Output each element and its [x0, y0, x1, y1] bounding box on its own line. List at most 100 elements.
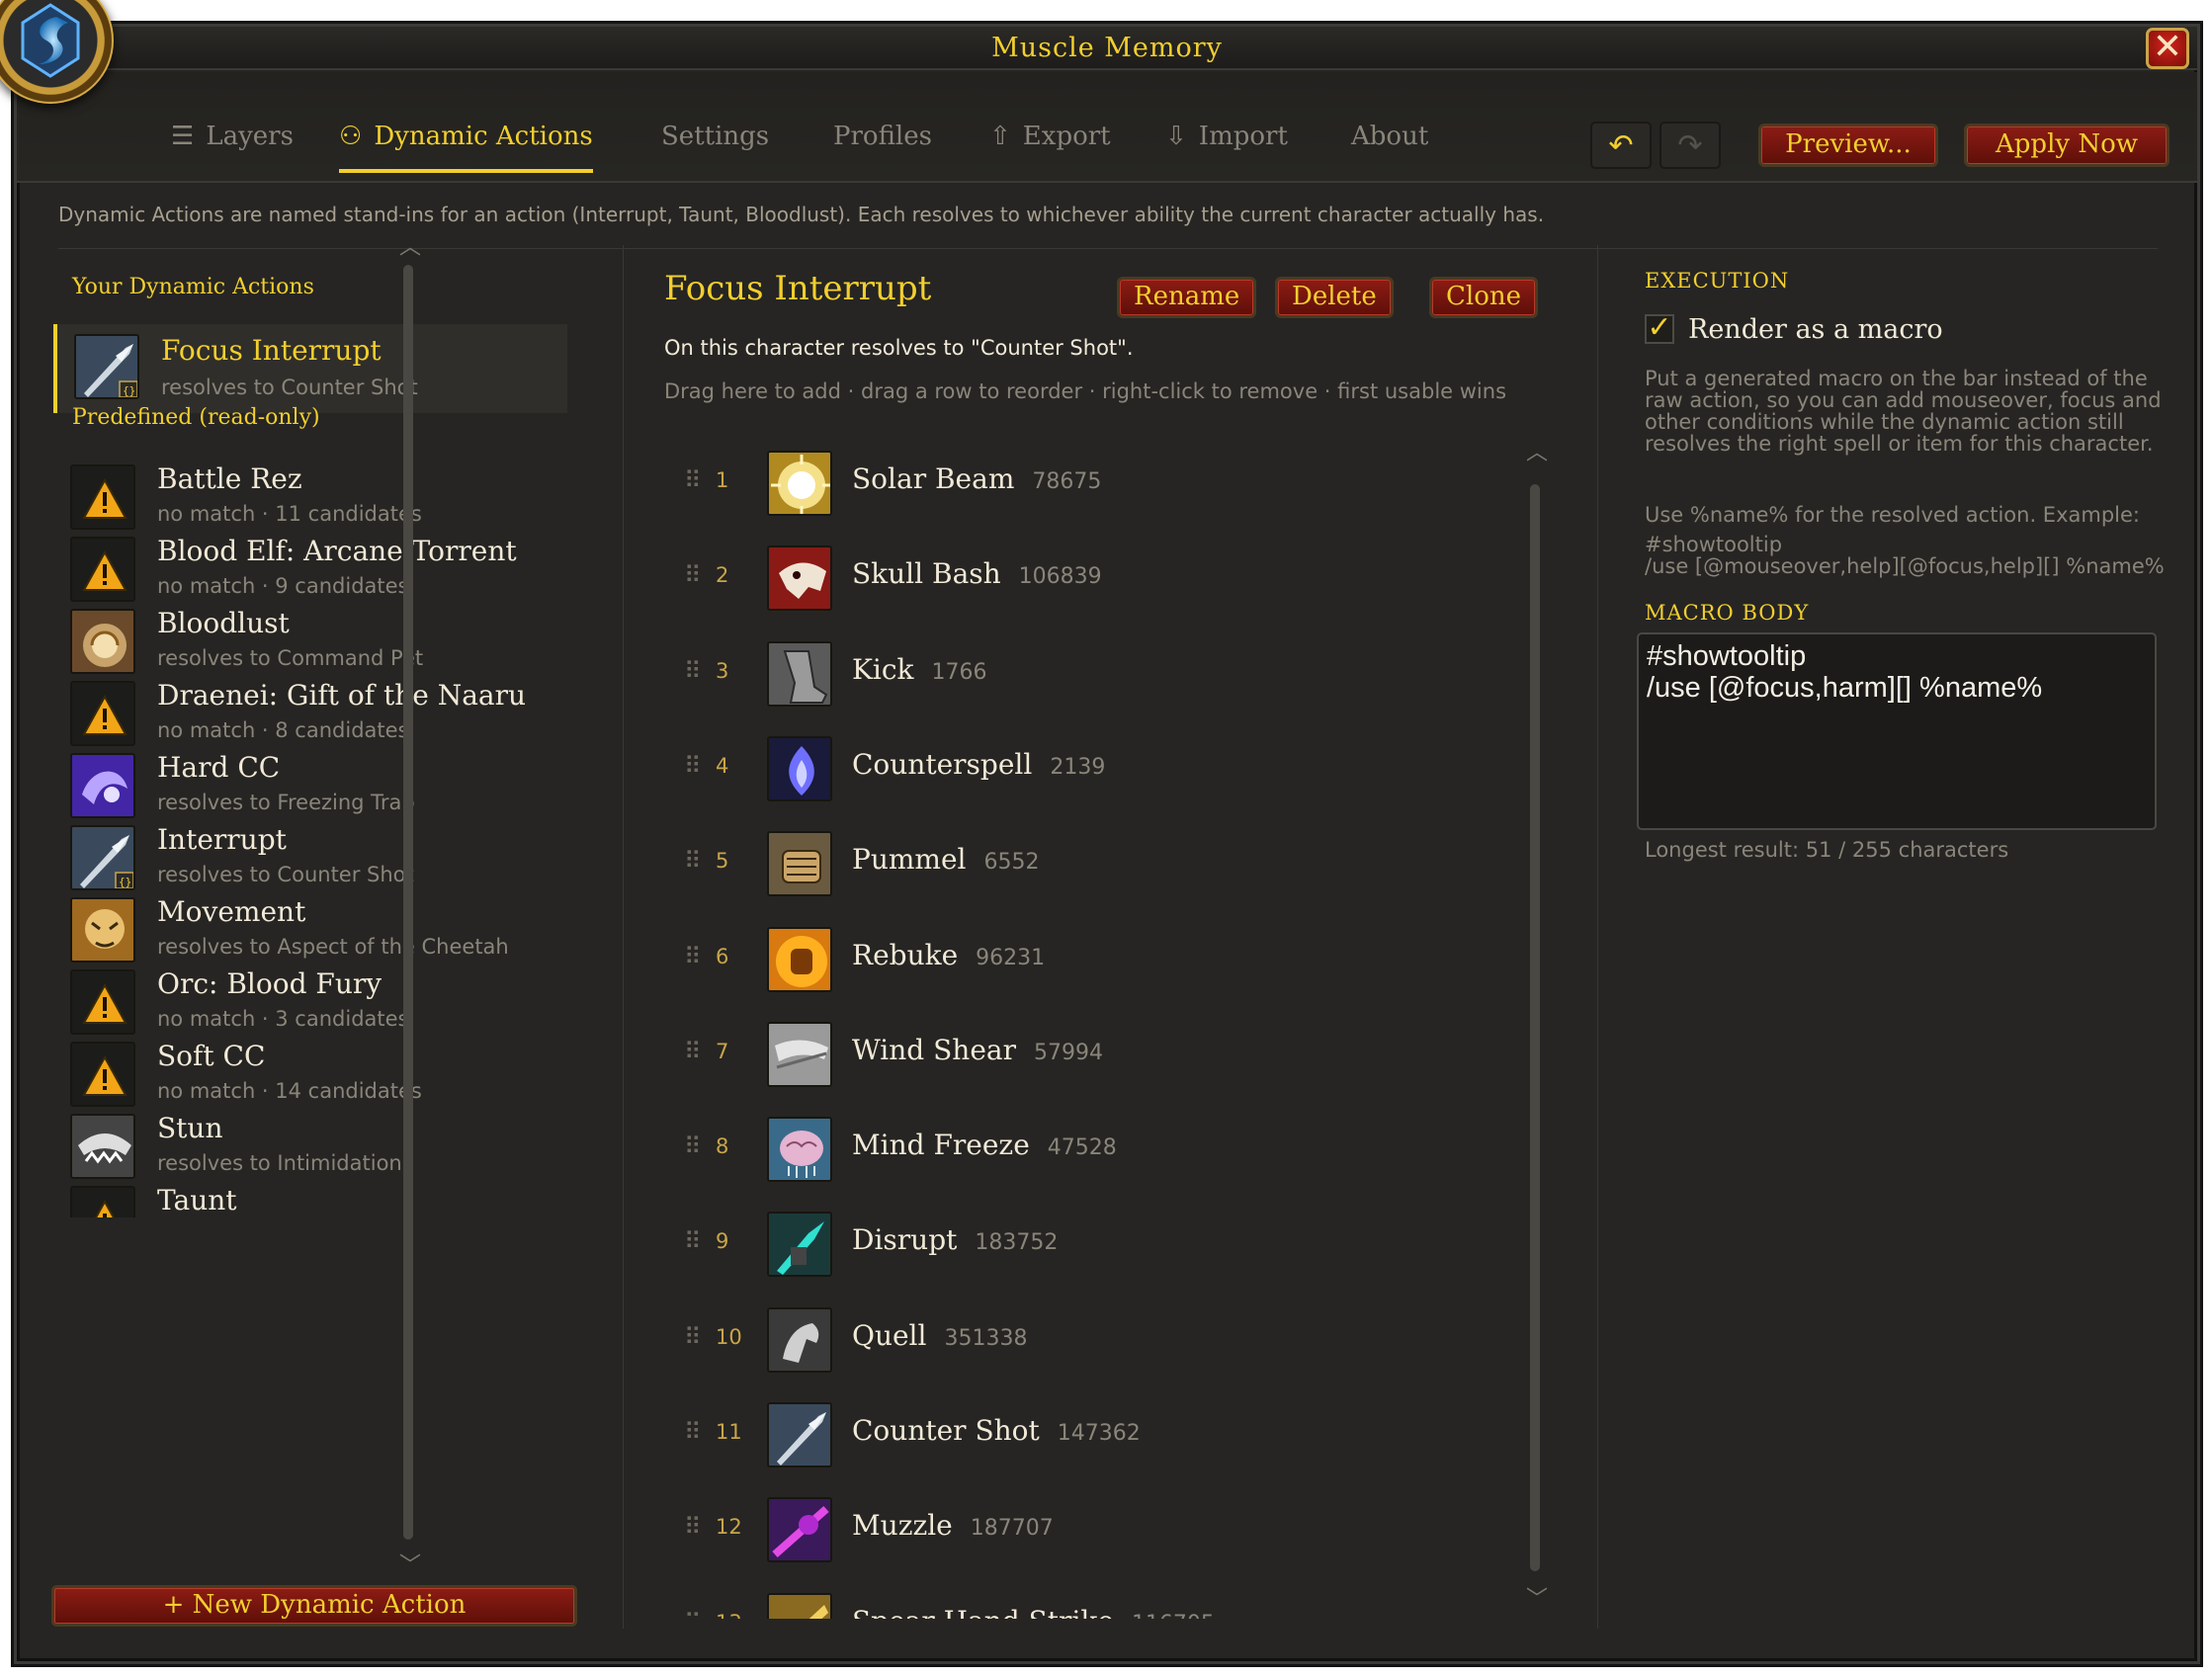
candidate-row[interactable]: ⠿ 2 Skull Bash 106839 — [664, 538, 1514, 617]
list-item-stun[interactable]: Stun resolves to Intimidation — [53, 1110, 567, 1181]
list-item-movement[interactable]: Movement resolves to Aspect of the Cheeta… — [53, 893, 567, 964]
list-scroll-up-button[interactable]: ︿ — [399, 229, 421, 261]
candidate-row[interactable]: ⠿ 9 Disrupt 183752 — [664, 1204, 1514, 1283]
clone-button[interactable]: Clone — [1429, 277, 1538, 318]
warning-icon — [70, 681, 135, 746]
drag-handle-icon[interactable]: ⠿ — [684, 1513, 701, 1541]
macro-body-textarea[interactable] — [1637, 632, 2157, 830]
candidate-row[interactable]: ⠿ 12 Muzzle 187707 — [664, 1489, 1514, 1568]
list-item-focus-interrupt[interactable]: {} Focus Interrupt resolves to Counter S… — [53, 324, 567, 413]
pummel-icon — [767, 831, 832, 897]
preview-button[interactable]: Preview... — [1758, 124, 1938, 167]
candidates-scroll-up-button[interactable]: ︿ — [1526, 435, 1548, 466]
candidate-spell-id: 2139 — [1050, 754, 1106, 780]
drag-handle-icon[interactable]: ⠿ — [684, 466, 701, 494]
tab-settings[interactable]: Settings — [661, 122, 769, 173]
list-item-status: resolves to Counter Shot — [157, 863, 414, 886]
download-icon: ⇩ — [1165, 122, 1187, 151]
candidate-priority: 8 — [716, 1134, 729, 1159]
candidate-priority: 3 — [716, 658, 729, 683]
new-dynamic-action-button[interactable]: + New Dynamic Action — [51, 1585, 577, 1627]
list-item-name: Battle Rez — [157, 462, 302, 495]
list-item-hard-cc[interactable]: Hard CC resolves to Freezing Trap — [53, 749, 567, 820]
candidate-priority: 9 — [716, 1229, 729, 1254]
candidate-spell-id: 57994 — [1033, 1040, 1103, 1065]
title-bar[interactable]: Muscle Memory ✕ — [17, 27, 2197, 70]
list-item-interrupt[interactable]: {} Interrupt resolves to Counter Shot — [53, 821, 567, 892]
drag-handle-icon[interactable]: ⠿ — [684, 1323, 701, 1351]
candidate-row[interactable]: ⠿ 4 Counterspell 2139 — [664, 728, 1514, 807]
candidate-priority: 1 — [716, 468, 729, 492]
cheetah-icon — [70, 897, 135, 963]
tab-import[interactable]: ⇩ Import — [1165, 122, 1288, 173]
drag-handle-icon[interactable]: ⠿ — [684, 1418, 701, 1446]
candidate-priority: 6 — [716, 944, 729, 968]
warning-icon — [70, 969, 135, 1035]
drag-handle-icon[interactable]: ⠿ — [684, 1609, 701, 1619]
list-item-battle-rez[interactable]: Battle Rez no match · 11 candidates — [53, 461, 567, 532]
candidate-row[interactable]: ⠿ 10 Quell 351338 — [664, 1300, 1514, 1379]
tab-export[interactable]: ⇧ Export — [989, 122, 1111, 173]
candidate-name: Pummel — [852, 843, 967, 877]
list-item-status: no match · 14 candidates — [157, 1079, 422, 1103]
candidate-name: Quell — [852, 1318, 927, 1352]
candidate-priority: 11 — [716, 1420, 742, 1444]
detail-title: Focus Interrupt — [664, 269, 932, 308]
drag-handle-icon[interactable]: ⠿ — [684, 561, 701, 589]
drag-handle-icon[interactable]: ⠿ — [684, 847, 701, 875]
candidate-name: Solar Beam — [852, 462, 1015, 495]
drag-hint-text: Drag here to add · drag a row to reorder… — [664, 379, 1507, 403]
candidate-spell-id: 351338 — [944, 1325, 1028, 1351]
list-item-name: Draenei: Gift of the Naaru — [157, 679, 527, 712]
list-item-name: Stun — [157, 1112, 223, 1144]
drag-handle-icon[interactable]: ⠿ — [684, 1132, 701, 1160]
candidate-row[interactable]: ⠿ 5 Pummel 6552 — [664, 823, 1514, 902]
drag-handle-icon[interactable]: ⠿ — [684, 943, 701, 970]
candidates-scroll-down-button[interactable]: ﹀ — [1526, 1581, 1548, 1613]
list-item-status: no match · 3 candidates — [157, 1007, 409, 1031]
tab-about[interactable]: About — [1351, 122, 1428, 173]
candidate-name: Counter Shot — [852, 1414, 1040, 1447]
solar-beam-icon — [767, 451, 832, 516]
delete-button[interactable]: Delete — [1275, 277, 1394, 318]
predefined-label: Predefined (read-only) — [72, 405, 320, 430]
candidate-row[interactable]: ⠿ 3 Kick 1766 — [664, 633, 1514, 713]
list-item-blood-fury[interactable]: Orc: Blood Fury no match · 3 candidates — [53, 965, 567, 1037]
candidates-scrollbar[interactable] — [1530, 484, 1540, 1571]
counter-shot-icon: {} — [74, 334, 139, 399]
close-button[interactable]: ✕ — [2146, 28, 2189, 69]
candidate-row[interactable]: ⠿ 6 Rebuke 96231 — [664, 919, 1514, 998]
list-item-status: no match · 9 candidates — [157, 574, 409, 598]
drag-handle-icon[interactable]: ⠿ — [684, 1227, 701, 1255]
apply-now-button[interactable]: Apply Now — [1964, 124, 2169, 167]
tab-profiles[interactable]: Profiles — [833, 122, 932, 173]
redo-button[interactable]: ↷ — [1659, 122, 1721, 169]
candidate-row[interactable]: ⠿ 11 Counter Shot 147362 — [664, 1394, 1514, 1473]
candidate-row[interactable]: ⠿ 1 Solar Beam 78675 — [664, 443, 1514, 522]
drag-handle-icon[interactable]: ⠿ — [684, 657, 701, 685]
list-item-bloodlust[interactable]: Bloodlust resolves to Command Pet — [53, 605, 567, 676]
list-item-taunt[interactable]: Taunt — [53, 1182, 567, 1217]
resolves-text: On this character resolves to "Counter S… — [664, 336, 1134, 360]
list-item-arcane-torrent[interactable]: Blood Elf: Arcane Torrent no match · 9 ca… — [53, 533, 567, 604]
execution-description: Put a generated macro on the bar instead… — [1645, 367, 2162, 456]
left-divider — [623, 245, 624, 1629]
render-as-macro-checkbox[interactable]: ✓ — [1645, 313, 1674, 344]
candidate-row[interactable]: ⠿ 8 Mind Freeze 47528 — [664, 1109, 1514, 1188]
candidate-row[interactable]: ⠿ 7 Wind Shear 57994 — [664, 1014, 1514, 1093]
tab-dynamic-actions[interactable]: ⚇ Dynamic Actions — [339, 122, 593, 173]
list-scrollbar[interactable] — [403, 265, 413, 1540]
list-item-name: Hard CC — [157, 751, 281, 784]
candidate-row[interactable]: ⠿ 13 Spear Hand Strike 116705 — [664, 1585, 1514, 1619]
drag-handle-icon[interactable]: ⠿ — [684, 752, 701, 780]
candidate-name: Mind Freeze — [852, 1129, 1030, 1162]
drag-handle-icon[interactable]: ⠿ — [684, 1038, 701, 1065]
list-scroll-down-button[interactable]: ﹀ — [399, 1548, 421, 1579]
candidate-priority: 10 — [716, 1324, 742, 1349]
list-item-soft-cc[interactable]: Soft CC no match · 14 candidates — [53, 1038, 567, 1109]
tab-layers[interactable]: ☰ Layers — [171, 122, 294, 173]
undo-button[interactable]: ↶ — [1590, 122, 1652, 169]
rename-button[interactable]: Rename — [1117, 277, 1257, 318]
list-item-gift-of-the-naaru[interactable]: Draenei: Gift of the Naaru no match · 8 c… — [53, 677, 567, 748]
right-divider — [1597, 245, 1598, 1629]
